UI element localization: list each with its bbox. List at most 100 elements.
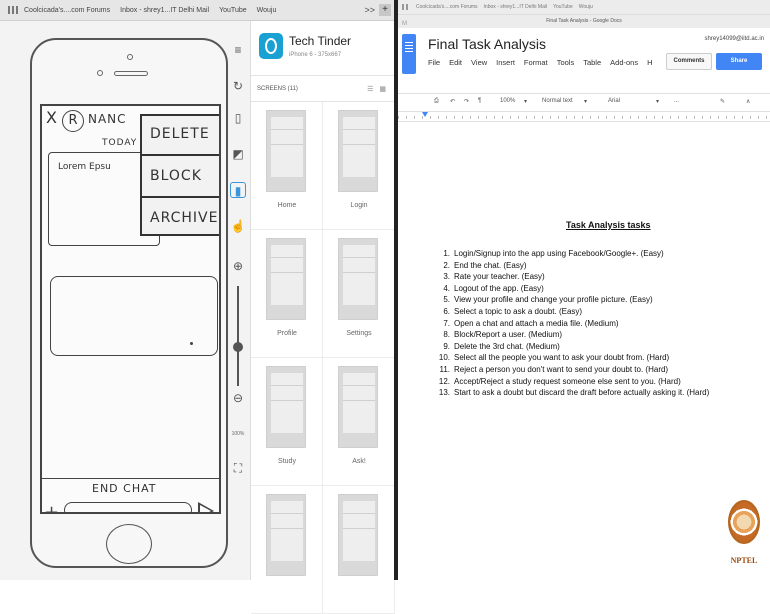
device-icon[interactable]: ▯	[230, 110, 246, 126]
frame-icon[interactable]: ◩	[230, 146, 246, 162]
comments-button[interactable]: Comments	[666, 53, 712, 70]
indent-marker[interactable]	[422, 112, 428, 117]
font-select[interactable]: Arial	[608, 98, 620, 104]
ruler[interactable]	[398, 112, 770, 122]
cursor-dot	[190, 342, 193, 345]
zoom-select[interactable]: 100%	[500, 98, 515, 104]
screen-thumbnail[interactable]	[323, 486, 395, 614]
bookmark[interactable]: Inbox - shrey1...IT Delhi Mail	[484, 4, 548, 10]
menu-help[interactable]: H	[647, 58, 652, 67]
divider	[42, 478, 219, 479]
app-header: Tech Tinder iPhone 6 - 375x667	[251, 21, 394, 76]
fullscreen-icon[interactable]: ⛶	[230, 460, 246, 476]
send-icon[interactable]	[198, 502, 214, 512]
screen-label: Profile	[277, 330, 297, 337]
menu-edit[interactable]: Edit	[449, 58, 462, 67]
screens-grid: Home Login Profile Settings Study Ask!	[251, 102, 395, 614]
menu-file[interactable]: File	[428, 58, 440, 67]
message-input[interactable]	[64, 502, 192, 512]
zoom-slider[interactable]	[237, 286, 239, 386]
menu-insert[interactable]: Insert	[496, 58, 515, 67]
bookmark[interactable]: YouTube	[219, 7, 247, 14]
phone-sensor	[97, 70, 103, 76]
menu-icon[interactable]: ≡	[230, 42, 246, 58]
nptel-text: NPTEL	[730, 556, 758, 565]
home-button[interactable]	[106, 524, 152, 564]
share-button[interactable]: Share	[716, 53, 762, 70]
list-item: 8. Block/Report a user. (Medium)	[443, 330, 563, 340]
document-body[interactable]: Task Analysis tasks 1. Login/Signup into …	[398, 142, 770, 580]
document-title[interactable]: Final Task Analysis	[428, 36, 546, 52]
block-menu-item[interactable]: BLOCK	[142, 158, 219, 198]
collapse-icon[interactable]: ∧	[746, 98, 750, 105]
list-item: 12. Accept/Reject a study request someone…	[438, 376, 681, 386]
context-menu: DELETE BLOCK ARCHIVE	[140, 114, 219, 236]
more-options[interactable]: ...	[674, 98, 679, 104]
chevron-down-icon[interactable]: ▾	[524, 98, 527, 105]
screen-image	[266, 494, 306, 576]
screen-thumbnail[interactable]: Study	[251, 358, 323, 486]
docs-logo-icon[interactable]	[402, 34, 416, 74]
menu-table[interactable]: Table	[583, 58, 601, 67]
screen-thumbnail[interactable]	[251, 486, 323, 614]
attach-icon[interactable]: +	[44, 502, 59, 512]
screens-header: SCREENS (11) ☰ ▦	[251, 76, 394, 102]
screen-label: Home	[277, 202, 297, 209]
document-heading: Task Analysis tasks	[566, 220, 651, 230]
menu-view[interactable]: View	[471, 58, 487, 67]
zoom-slider-handle[interactable]	[233, 342, 243, 352]
menu-add-ons[interactable]: Add-ons	[610, 58, 638, 67]
screen-thumbnail[interactable]: Settings	[323, 230, 395, 358]
pen-icon[interactable]: ✎	[720, 98, 725, 105]
phone-camera	[127, 54, 133, 60]
print-icon[interactable]: ⎙	[434, 98, 439, 105]
delete-menu-item[interactable]: DELETE	[142, 116, 219, 156]
menu-format[interactable]: Format	[524, 58, 548, 67]
zoom-out-icon[interactable]: ⊖	[230, 390, 246, 406]
docs-header: Final Task Analysis ☆ shrey14099@iitd.ac…	[398, 28, 770, 94]
apps-grid-icon[interactable]	[402, 4, 410, 10]
refresh-icon[interactable]: ↻	[230, 78, 246, 94]
undo-icon[interactable]: ↶	[450, 98, 455, 105]
zoom-in-icon[interactable]: ⊕	[230, 258, 246, 274]
tap-icon[interactable]: ☝	[230, 218, 246, 234]
more-bookmarks-icon[interactable]: >>	[364, 5, 375, 15]
bookmark[interactable]: Wouju	[257, 7, 277, 14]
bookmark[interactable]: Inbox - shrey1...IT Delhi Mail	[120, 7, 209, 14]
nptel-logo: NPTEL	[724, 500, 764, 574]
screen-label: Study	[278, 458, 296, 465]
browser-tab[interactable]: M Final Task Analysis - Google Docs	[398, 14, 770, 28]
user-email[interactable]: shrey14099@iitd.ac.in	[705, 36, 764, 42]
screen-thumbnail[interactable]: Ask!	[323, 358, 395, 486]
new-tab-button[interactable]: +	[379, 4, 391, 16]
redo-icon[interactable]: ↷	[464, 98, 469, 105]
menu-tools[interactable]: Tools	[557, 58, 575, 67]
chevron-down-icon[interactable]: ▾	[584, 98, 587, 105]
bookmark[interactable]: Coolcicada's....com Forums	[416, 4, 478, 10]
chevron-down-icon[interactable]: ▾	[656, 98, 659, 105]
app-title: Tech Tinder	[289, 34, 352, 48]
close-icon[interactable]: X	[46, 108, 57, 127]
screen-image	[266, 238, 306, 320]
screen-label: Ask!	[352, 458, 366, 465]
screen-thumbnail[interactable]: Login	[323, 102, 395, 230]
apps-grid-icon[interactable]	[8, 6, 18, 14]
screen-thumbnail[interactable]: Profile	[251, 230, 323, 358]
bookmark[interactable]: Wouju	[579, 4, 593, 10]
app-icon	[259, 33, 283, 59]
bookmark[interactable]: YouTube	[553, 4, 573, 10]
star-icon[interactable]: ☆	[532, 37, 541, 48]
end-chat-button[interactable]: END CHAT	[92, 482, 157, 495]
bookmark[interactable]: Coolcicada's....com Forums	[24, 7, 110, 14]
screen-image	[266, 110, 306, 192]
list-item: 10. Select all the people you want to ask…	[438, 353, 670, 363]
date-label: TODAY I	[102, 138, 145, 148]
archive-menu-item[interactable]: ARCHIVE	[142, 200, 219, 240]
list-item: 5. View your profile and change your prof…	[443, 295, 653, 305]
format-toolbar: ⎙ ↶ ↷ ¶ 100% ▾ Normal text ▾ Arial ▾ ...…	[398, 94, 770, 112]
style-select[interactable]: Normal text	[542, 98, 573, 104]
phone-icon[interactable]: ▮	[230, 182, 246, 198]
screen-thumbnail[interactable]: Home	[251, 102, 323, 230]
view-toggle-icon[interactable]: ☰ ▦	[367, 85, 388, 93]
paint-format-icon[interactable]: ¶	[478, 98, 481, 104]
